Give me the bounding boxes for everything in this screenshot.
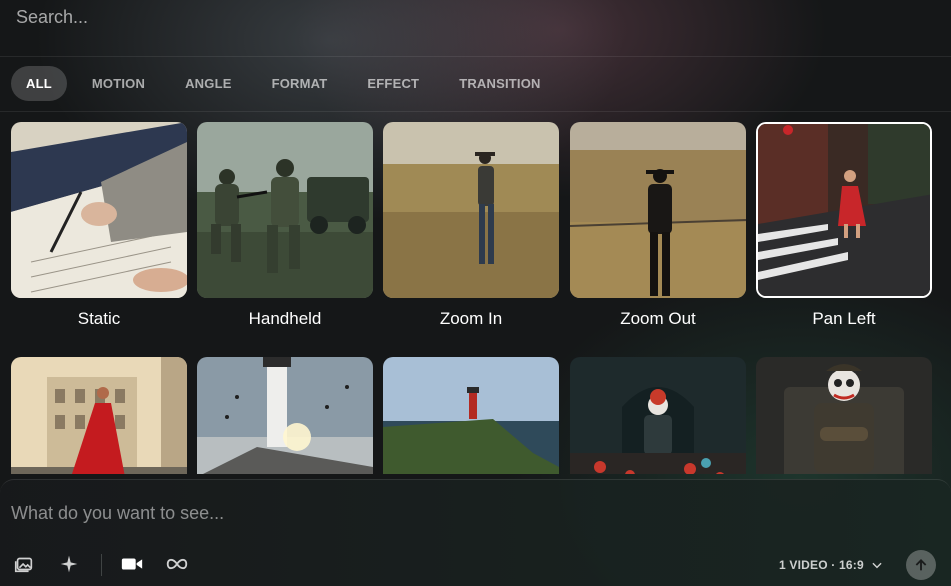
preset-label: Zoom Out — [620, 309, 696, 328]
preset-card-9[interactable] — [570, 357, 746, 474]
preset-thumbnail — [197, 357, 373, 474]
preset-thumbnail — [756, 122, 932, 298]
image-icon[interactable] — [10, 550, 38, 578]
preset-thumbnail — [11, 357, 187, 474]
preset-card-10[interactable] — [756, 357, 932, 474]
preset-card-pan-left[interactable]: Pan Left — [756, 122, 932, 329]
filter-chip-format[interactable]: FORMAT — [257, 66, 343, 101]
toolbar-divider — [101, 554, 102, 576]
generation-settings-label: 1 VIDEO · 16:9 — [779, 558, 864, 572]
preset-card-7[interactable] — [197, 357, 373, 474]
preset-card-static[interactable]: Static — [11, 122, 187, 329]
preset-label: Pan Left — [812, 309, 876, 328]
preset-label: Static — [77, 309, 121, 328]
preset-thumbnail — [383, 357, 559, 474]
filter-chip-all[interactable]: ALL — [11, 66, 67, 101]
preset-card-zoom-in[interactable]: Zoom In — [383, 122, 559, 329]
preset-thumbnail — [570, 357, 746, 474]
preset-grid: Static Handheld Zoom In Zoom Out Pan Lef… — [11, 122, 941, 474]
search-input[interactable] — [16, 0, 616, 34]
filter-chip-transition[interactable]: TRANSITION — [444, 66, 555, 101]
chevron-down-icon — [872, 562, 882, 569]
preset-card-zoom-out[interactable]: Zoom Out — [570, 122, 746, 329]
generation-settings-dropdown[interactable]: 1 VIDEO · 16:9 — [779, 554, 884, 576]
preset-thumbnail — [756, 357, 932, 474]
prompt-input[interactable] — [11, 498, 911, 528]
filter-chip-motion[interactable]: MOTION — [77, 66, 160, 101]
preset-card-handheld[interactable]: Handheld — [197, 122, 373, 329]
preset-label: Zoom In — [439, 309, 503, 328]
search-bar — [0, 0, 951, 57]
arrow-up-icon — [915, 559, 927, 571]
sparkle-icon[interactable] — [55, 550, 83, 578]
prompt-composer: 1 VIDEO · 16:9 — [0, 479, 951, 586]
filter-chip-angle[interactable]: ANGLE — [170, 66, 247, 101]
submit-button[interactable] — [906, 550, 936, 580]
preset-card-8[interactable] — [383, 357, 559, 474]
preset-card-6[interactable] — [11, 357, 187, 474]
filter-divider — [0, 111, 951, 112]
preset-thumbnail — [11, 122, 187, 298]
filter-tabs: ALL MOTION ANGLE FORMAT EFFECT TRANSITIO… — [11, 66, 566, 101]
infinity-icon[interactable] — [163, 550, 191, 578]
preset-thumbnail — [383, 122, 559, 298]
video-camera-icon[interactable] — [118, 550, 146, 578]
filter-chip-effect[interactable]: EFFECT — [352, 66, 434, 101]
composer-toolbar: 1 VIDEO · 16:9 — [0, 550, 951, 580]
preset-thumbnail — [570, 122, 746, 298]
preset-label: Handheld — [248, 309, 322, 328]
preset-thumbnail — [197, 122, 373, 298]
